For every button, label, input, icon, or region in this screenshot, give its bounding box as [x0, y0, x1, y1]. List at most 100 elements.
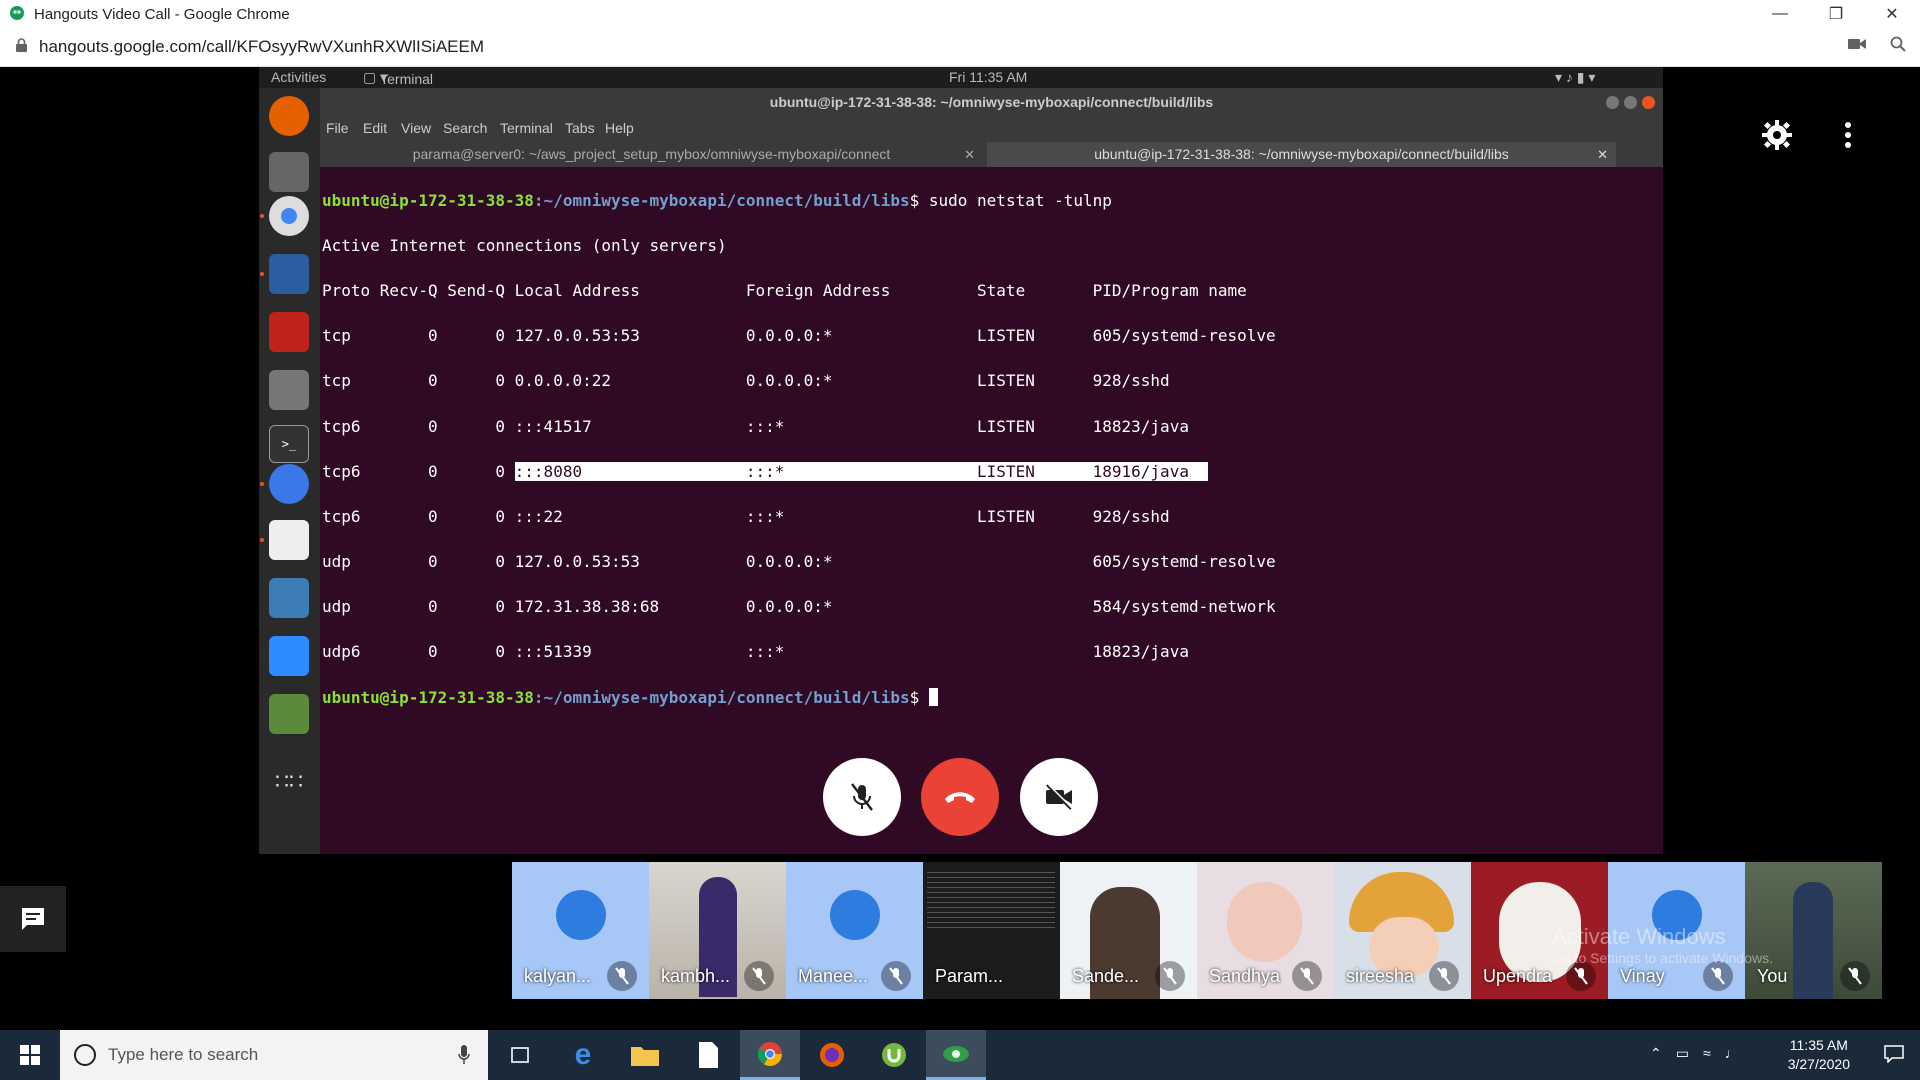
avatar [830, 890, 880, 940]
filezilla-icon [269, 312, 309, 352]
chat-button[interactable] [0, 886, 66, 952]
ubuntu-clock: Fri 11:35 AM [949, 69, 1028, 85]
browser-title: Hangouts Video Call - Google Chrome [34, 5, 290, 23]
image-viewer-icon [269, 694, 309, 734]
close-button[interactable]: ✕ [1864, 0, 1920, 28]
url-text[interactable]: hangouts.google.com/call/KFOsyyRwVXunhRX… [39, 37, 484, 57]
mic-muted-icon [881, 961, 911, 991]
restore-button[interactable]: ❐ [1808, 0, 1864, 28]
firefox-taskbar-icon[interactable] [802, 1030, 862, 1080]
activities-label: Activities [271, 69, 327, 85]
selection-highlight: :::8080 :::* LISTEN 18916/java [514, 461, 1209, 481]
mysql-workbench-icon [269, 254, 309, 294]
tab-close-icon: ✕ [964, 147, 975, 162]
utorrent-icon[interactable] [864, 1030, 924, 1080]
chevron-up-icon[interactable]: ⌃ [1650, 1045, 1662, 1062]
search-circle-icon [74, 1044, 96, 1066]
terminal-output: ubuntu@ip-172-31-38-38:~/omniwyse-myboxa… [320, 167, 1663, 854]
zoom-app-icon [269, 636, 309, 676]
output-header: Active Internet connections (only server… [322, 235, 727, 255]
task-view-icon[interactable] [490, 1030, 550, 1080]
shared-screen: Activities ▢ Terminal ▾ Fri 11:35 AM ▾ ♪… [259, 67, 1663, 854]
participant-tile[interactable]: Sandhya [1197, 862, 1334, 999]
terminal-menu-bar: File Edit View Search Terminal Tabs Help [320, 116, 1663, 140]
wifi-icon[interactable]: ≈ [1703, 1045, 1711, 1062]
volume-icon[interactable]: ♩ [1725, 1045, 1739, 1062]
tab-close-icon: ✕ [1597, 147, 1608, 162]
participant-name: kalyan... [524, 966, 592, 986]
chrome-taskbar-icon[interactable] [740, 1030, 800, 1080]
firefox-icon [269, 96, 309, 136]
participant-tile[interactable]: Param... [923, 862, 1060, 999]
activate-windows-watermark: Activate Windows Go to Settings to activ… [1552, 924, 1773, 966]
notification-icon[interactable] [1884, 1045, 1904, 1068]
more-options-icon[interactable] [1844, 122, 1852, 153]
document-app-icon[interactable] [678, 1030, 738, 1080]
ubuntu-dock: >_ ∷∷ [259, 88, 320, 854]
participant-name: Sande... [1072, 966, 1140, 986]
final-prompt: ubuntu@ip-172-31-38-38:~/omniwyse-myboxa… [320, 687, 1663, 710]
mic-muted-icon [1292, 961, 1322, 991]
netstat-row-selected: tcp6 0 0 :::8080 :::* LISTEN 18916/java [322, 461, 1209, 481]
taskbar-clock[interactable]: 11:35 AM 3/27/2020 [1788, 1036, 1850, 1074]
battery-icon[interactable]: ▭ [1676, 1045, 1689, 1062]
terminal-tab-2: ubuntu@ip-172-31-38-38: ~/omniwyse-mybox… [987, 142, 1616, 167]
ubuntu-top-bar: Activities ▢ Terminal ▾ Fri 11:35 AM ▾ ♪… [259, 67, 1663, 88]
participant-name: Param... [935, 966, 1004, 986]
participant-tile[interactable]: kambh... [649, 862, 786, 999]
chat-icon [22, 908, 44, 930]
address-bar[interactable]: hangouts.google.com/call/KFOsyyRwVXunhRX… [0, 28, 1920, 67]
netstat-row: tcp 0 0 0.0.0.0:22 0.0.0.0:* LISTEN 928/… [322, 371, 1170, 391]
hang-up-icon [945, 792, 975, 803]
participant-photo [1793, 882, 1833, 999]
participant-name: sireesha [1346, 966, 1415, 986]
zoom-icon[interactable] [1890, 36, 1906, 57]
netstat-row: udp 0 0 172.31.38.38:68 0.0.0.0:* 584/sy… [322, 597, 1276, 617]
settings-gear-icon[interactable] [1762, 120, 1792, 155]
mic-muted-icon [1155, 961, 1185, 991]
windows-logo-icon [20, 1045, 40, 1065]
text-editor-icon [269, 520, 309, 560]
files-icon [269, 152, 309, 192]
show-apps-icon: ∷∷ [275, 769, 303, 794]
menu-tabs: Tabs [565, 120, 595, 136]
mic-off-icon [851, 783, 873, 811]
menu-file: File [326, 120, 349, 136]
mic-muted-icon [744, 961, 774, 991]
file-explorer-icon[interactable] [615, 1030, 675, 1080]
menu-view: View [401, 120, 432, 136]
participant-tile[interactable]: Manee... [786, 862, 923, 999]
edge-icon[interactable]: e [553, 1030, 613, 1080]
camera-app-icon [269, 370, 309, 410]
start-button[interactable] [0, 1030, 60, 1080]
command-line: ubuntu@ip-172-31-38-38:~/omniwyse-myboxa… [322, 190, 1112, 210]
system-tray-icons: ▾ ♪ ▮ ▾ [1555, 69, 1596, 85]
mute-mic-button[interactable] [823, 758, 901, 836]
netstat-row: udp 0 0 127.0.0.53:53 0.0.0.0:* 605/syst… [322, 552, 1276, 572]
menu-search: Search [443, 120, 488, 136]
terminal-cursor [928, 687, 938, 706]
menu-help: Help [605, 120, 634, 136]
camera-icon[interactable] [1848, 36, 1866, 57]
terminal-icon: >_ [269, 425, 309, 463]
netstat-row: tcp 0 0 127.0.0.53:53 0.0.0.0:* LISTEN 6… [322, 326, 1276, 346]
remote-desktop-icon[interactable] [926, 1030, 986, 1080]
participant-name: Vinay [1620, 966, 1665, 986]
taskbar-search[interactable]: Type here to search [60, 1030, 488, 1080]
participant-tile[interactable]: Sande... [1060, 862, 1197, 999]
participant-tile[interactable]: sireesha [1334, 862, 1471, 999]
windows-taskbar: Type here to search e ⌃ ▭ ≈ ♩ 11:35 AM 3… [0, 1030, 1920, 1080]
netstat-row: tcp6 0 0 :::22 :::* LISTEN 928/sshd [322, 506, 1170, 526]
video-off-icon [1046, 784, 1073, 810]
microphone-icon[interactable] [458, 1045, 470, 1070]
terminal-title-bar: ubuntu@ip-172-31-38-38: ~/omniwyse-mybox… [320, 88, 1663, 116]
hangouts-icon [10, 6, 24, 20]
camera-off-button[interactable] [1020, 758, 1098, 836]
end-call-button[interactable] [921, 758, 999, 836]
mic-muted-icon [607, 961, 637, 991]
participant-name: You [1757, 966, 1788, 986]
minimize-button[interactable]: — [1752, 0, 1808, 28]
term-minimize-icon [1606, 96, 1619, 109]
netstat-row: tcp6 0 0 :::41517 :::* LISTEN 18823/java [322, 416, 1189, 436]
participant-tile[interactable]: kalyan... [512, 862, 649, 999]
